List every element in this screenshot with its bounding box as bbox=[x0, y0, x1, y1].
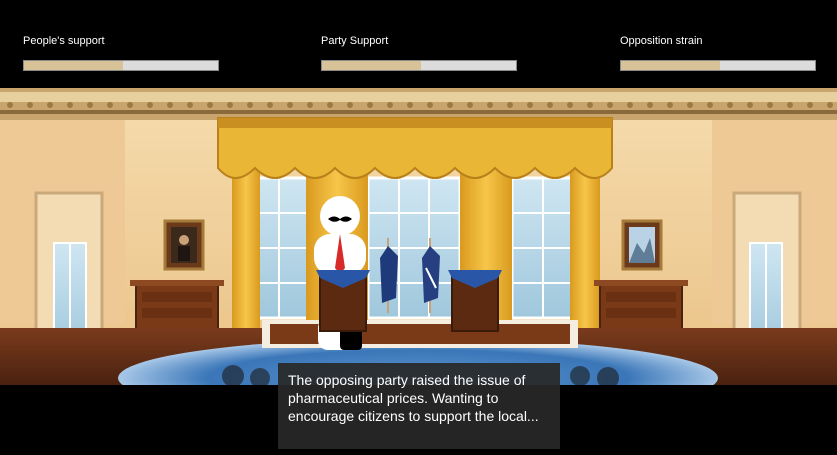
opposition-strain-fill bbox=[621, 61, 720, 70]
windows bbox=[246, 176, 576, 320]
podium-left bbox=[316, 270, 370, 332]
party-support-meter: Party Support bbox=[321, 34, 517, 71]
ornate-cornice bbox=[0, 88, 837, 120]
opposition-strain-label: Opposition strain bbox=[620, 35, 703, 47]
peoples-support-meter: People's support bbox=[23, 34, 219, 71]
cabinet-left bbox=[130, 280, 224, 331]
portrait-left bbox=[163, 219, 205, 271]
peoples-support-label: People's support bbox=[23, 35, 105, 47]
dialogue-text: The opposing party raised the issue of p… bbox=[288, 372, 539, 424]
stage bbox=[262, 320, 578, 348]
opposition-strain-meter: Opposition strain bbox=[620, 34, 816, 71]
party-support-label: Party Support bbox=[321, 35, 389, 47]
peoples-support-fill bbox=[24, 61, 123, 70]
dialogue-box[interactable]: The opposing party raised the issue of p… bbox=[278, 363, 560, 449]
party-support-fill bbox=[322, 61, 421, 70]
oval-office-illustration bbox=[0, 88, 837, 385]
oval-office-scene bbox=[0, 88, 837, 385]
peoples-support-bar bbox=[23, 60, 219, 71]
stats-bar: People's support Party Support Oppositio… bbox=[0, 0, 837, 88]
portrait-right bbox=[621, 219, 663, 271]
podium-right bbox=[448, 270, 502, 332]
cabinet-right bbox=[594, 280, 688, 331]
party-support-bar bbox=[321, 60, 517, 71]
opposition-strain-bar bbox=[620, 60, 816, 71]
